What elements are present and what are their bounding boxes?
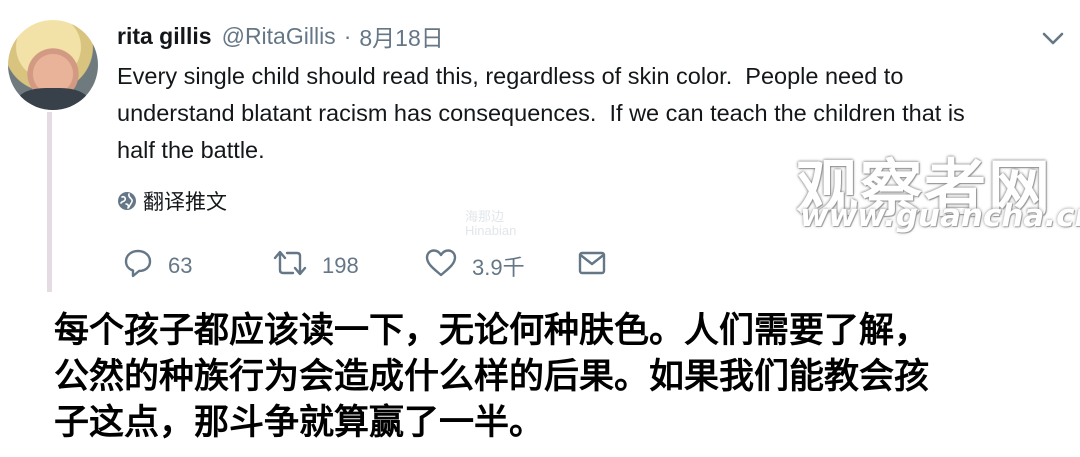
reply-icon xyxy=(124,249,152,278)
retweet-button[interactable]: 198 xyxy=(272,243,359,283)
avatar[interactable] xyxy=(8,20,98,110)
tweet-text-line: understand blatant racism has consequenc… xyxy=(117,100,965,126)
like-button[interactable]: 3.9千 xyxy=(424,243,525,283)
user-name[interactable]: rita gillis xyxy=(117,23,212,50)
reply-count: 63 xyxy=(168,253,193,278)
site-watermark: 观察者网 www.guancha.cn xyxy=(796,138,1080,238)
like-count: 3.9千 xyxy=(472,255,525,280)
small-watermark-line: 海那边 xyxy=(465,209,505,224)
caption-line: 子这点，那斗争就算赢了一半。 xyxy=(54,403,545,443)
tweet-actions: 63 198 3.9千 xyxy=(118,243,638,283)
tweet-header: rita gillis @RitaGillis · 8月18日 xyxy=(117,18,444,54)
globe-icon xyxy=(118,192,136,210)
retweet-icon xyxy=(273,250,307,276)
watermark-site-url: www.guancha.cn xyxy=(800,198,1080,234)
chevron-down-icon[interactable] xyxy=(1040,25,1066,51)
thread-line xyxy=(47,112,52,292)
reply-button[interactable]: 63 xyxy=(122,243,192,283)
small-watermark-line: Hinabian xyxy=(465,223,517,238)
translate-tweet-link[interactable]: 翻译推文 xyxy=(117,186,227,216)
heart-icon xyxy=(425,249,457,277)
caption-line: 每个孩子都应该读一下，无论何种肤色。人们需要了解， xyxy=(54,311,930,351)
caption-line: 公然的种族行为会造成什么样的后果。如果我们能教会孩 xyxy=(54,357,930,397)
translation-caption: 每个孩子都应该读一下，无论何种肤色。人们需要了解， 公然的种族行为会造成什么样的… xyxy=(54,308,1066,446)
user-handle[interactable]: @RitaGillis xyxy=(222,23,336,50)
message-icon xyxy=(578,251,606,275)
tweet-date[interactable]: 8月18日 xyxy=(359,19,443,53)
translate-label: 翻译推文 xyxy=(143,191,227,214)
separator-dot: · xyxy=(343,22,352,49)
tweet-text-line: Every single child should read this, reg… xyxy=(117,63,904,89)
direct-message-button[interactable] xyxy=(576,243,622,283)
avatar-shirt xyxy=(18,88,88,110)
screenshot-frame: rita gillis @RitaGillis · 8月18日 Every si… xyxy=(0,0,1080,457)
retweet-count: 198 xyxy=(322,253,359,278)
small-watermark: 海那边 Hinabian xyxy=(465,210,516,238)
